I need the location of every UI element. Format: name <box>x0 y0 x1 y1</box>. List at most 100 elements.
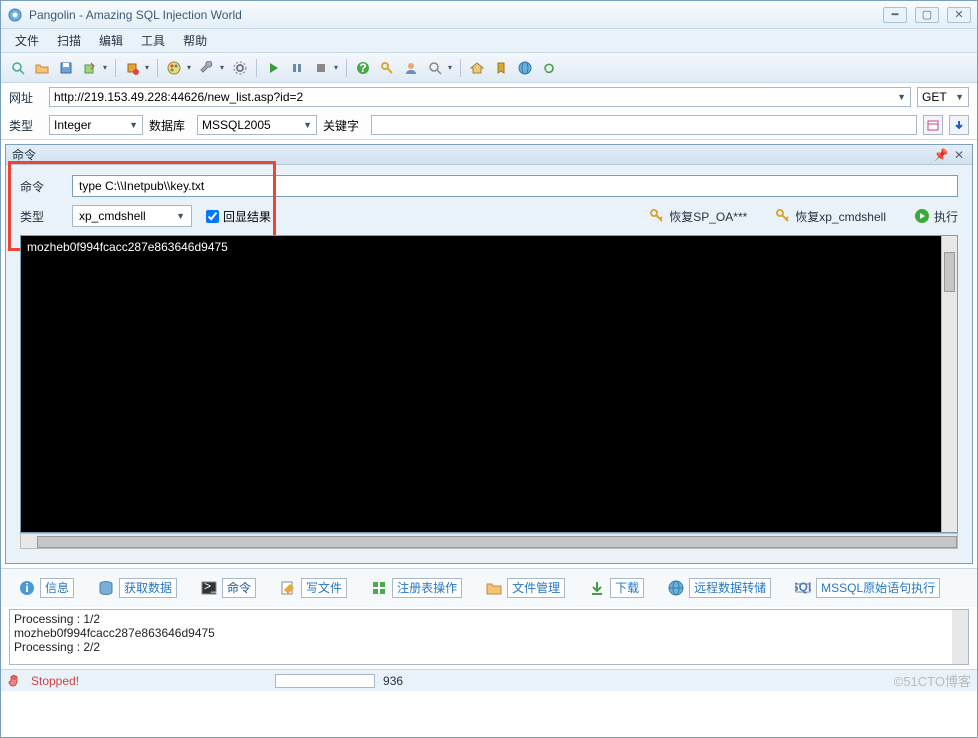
echo-checkbox-input[interactable] <box>206 210 219 223</box>
svg-text:>_: >_ <box>204 580 217 593</box>
method-value: GET <box>922 90 947 104</box>
calendar-icon[interactable] <box>923 115 943 135</box>
pin-icon[interactable]: 📌 <box>934 148 948 162</box>
progress-bar <box>275 674 375 688</box>
dropdown-arrow-icon[interactable]: ▾ <box>220 63 227 72</box>
dropdown-arrow-icon[interactable]: ▾ <box>334 63 341 72</box>
pause-icon[interactable] <box>286 57 308 79</box>
tab-writefile[interactable]: 写文件 <box>270 575 357 601</box>
vertical-scrollbar[interactable] <box>941 236 957 532</box>
chevron-down-icon[interactable]: ▼ <box>303 120 312 130</box>
menu-edit[interactable]: 编辑 <box>91 29 131 52</box>
play-icon[interactable] <box>262 57 284 79</box>
globe-icon[interactable] <box>514 57 536 79</box>
close-button[interactable]: ✕ <box>947 7 971 23</box>
magnify-icon[interactable] <box>7 57 29 79</box>
sql-icon: SQL <box>795 580 811 596</box>
cmd-type-value: xp_cmdshell <box>79 209 146 223</box>
log-line: Processing : 1/2 <box>14 612 964 626</box>
menu-bar: 文件 扫描 编辑 工具 帮助 <box>1 29 977 53</box>
separator <box>457 57 464 79</box>
key-icon <box>775 208 791 224</box>
scrollbar-thumb[interactable] <box>37 536 957 548</box>
chevron-down-icon[interactable]: ▼ <box>176 211 185 221</box>
toolbar: ▾ ▾ ▾ ▾ ▾ ? ▾ <box>1 53 977 83</box>
key-icon[interactable] <box>376 57 398 79</box>
log-pane[interactable]: Processing : 1/2 mozheb0f994fcacc287e863… <box>9 609 969 665</box>
help-icon[interactable]: ? <box>352 57 374 79</box>
dropdown-arrow-icon[interactable]: ▾ <box>103 63 110 72</box>
export-icon[interactable] <box>79 57 101 79</box>
db-value: MSSQL2005 <box>202 118 271 132</box>
url-row: 网址 http://219.153.49.228:44626/new_list.… <box>1 83 977 111</box>
minimize-button[interactable]: ━ <box>883 7 907 23</box>
restore-spoa-button[interactable]: 恢复SP_OA*** <box>649 208 747 225</box>
tab-registry[interactable]: 注册表操作 <box>361 575 472 601</box>
tab-download[interactable]: 下载 <box>579 575 654 601</box>
close-panel-icon[interactable]: ✕ <box>952 148 966 162</box>
title-bar: Pangolin - Amazing SQL Injection World ━… <box>1 1 977 29</box>
watermark: ©51CTO博客 <box>894 671 971 690</box>
type-label: 类型 <box>9 117 43 134</box>
dropdown-arrow-icon[interactable]: ▾ <box>448 63 455 72</box>
dropdown-arrow-icon[interactable]: ▾ <box>187 63 194 72</box>
chevron-down-icon[interactable]: ▼ <box>129 120 138 130</box>
vertical-scrollbar[interactable] <box>952 610 968 664</box>
menu-tool[interactable]: 工具 <box>133 29 173 52</box>
tab-info[interactable]: i信息 <box>9 575 84 601</box>
method-combo[interactable]: GET ▼ <box>917 87 969 107</box>
log-line: mozheb0f994fcacc287e863646d9475 <box>14 626 964 640</box>
registry-icon <box>371 580 387 596</box>
url-value: http://219.153.49.228:44626/new_list.asp… <box>54 90 303 104</box>
svg-text:i: i <box>25 581 28 595</box>
scrollbar-thumb[interactable] <box>944 252 955 292</box>
terminal-line: mozheb0f994fcacc287e863646d9475 <box>27 240 951 254</box>
dropdown-arrow-icon[interactable]: ▾ <box>145 63 152 72</box>
terminal-output[interactable]: mozheb0f994fcacc287e863646d9475 <box>20 235 958 533</box>
menu-file[interactable]: 文件 <box>7 29 47 52</box>
restore-xpcmd-button[interactable]: 恢复xp_cmdshell <box>775 208 886 225</box>
cmd-label: 命令 <box>20 178 64 195</box>
command-input[interactable] <box>72 175 958 197</box>
cmd-type-combo[interactable]: xp_cmdshell ▼ <box>72 205 192 227</box>
tab-remote[interactable]: 远程数据转储 <box>658 575 781 601</box>
pencil-icon <box>280 580 296 596</box>
gear-icon[interactable] <box>229 57 251 79</box>
url-label: 网址 <box>9 89 43 106</box>
stop-icon[interactable] <box>310 57 332 79</box>
tab-fetch[interactable]: 获取数据 <box>88 575 187 601</box>
tab-rawsql[interactable]: SQLMSSQL原始语句执行 <box>785 575 950 601</box>
url-input[interactable]: http://219.153.49.228:44626/new_list.asp… <box>49 87 911 107</box>
menu-scan[interactable]: 扫描 <box>49 29 89 52</box>
svg-text:?: ? <box>359 61 366 75</box>
home-icon[interactable] <box>466 57 488 79</box>
log-line: Processing : 2/2 <box>14 640 964 654</box>
maximize-button[interactable]: ▢ <box>915 7 939 23</box>
type-combo[interactable]: Integer ▼ <box>49 115 143 135</box>
search-icon[interactable] <box>424 57 446 79</box>
chevron-down-icon[interactable]: ▼ <box>955 92 964 102</box>
execute-button[interactable]: 执行 <box>914 208 958 225</box>
info-icon: i <box>19 580 35 596</box>
command-panel: 命令 📌 ✕ 命令 类型 xp_cmdshell ▼ 回显结果 恢复SP_OA*… <box>5 144 973 564</box>
wrench-icon[interactable] <box>196 57 218 79</box>
user-icon[interactable] <box>400 57 422 79</box>
bookmark-icon[interactable] <box>490 57 512 79</box>
folder-open-icon[interactable] <box>31 57 53 79</box>
palette-icon[interactable] <box>163 57 185 79</box>
chevron-down-icon[interactable]: ▼ <box>897 92 906 102</box>
echo-label: 回显结果 <box>223 208 271 225</box>
menu-help[interactable]: 帮助 <box>175 29 215 52</box>
db-inject-icon[interactable] <box>121 57 143 79</box>
refresh-icon[interactable] <box>538 57 560 79</box>
horizontal-scrollbar[interactable] <box>20 533 958 549</box>
svg-text:SQL: SQL <box>795 580 811 594</box>
echo-checkbox[interactable]: 回显结果 <box>206 208 271 225</box>
save-icon[interactable] <box>55 57 77 79</box>
down-arrow-icon[interactable] <box>949 115 969 135</box>
keyword-input[interactable] <box>371 115 917 135</box>
tab-filemgr[interactable]: 文件管理 <box>476 575 575 601</box>
status-bar: Stopped! 936 ©51CTO博客 <box>1 669 977 691</box>
tab-cmd[interactable]: >_命令 <box>191 575 266 601</box>
db-combo[interactable]: MSSQL2005 ▼ <box>197 115 317 135</box>
